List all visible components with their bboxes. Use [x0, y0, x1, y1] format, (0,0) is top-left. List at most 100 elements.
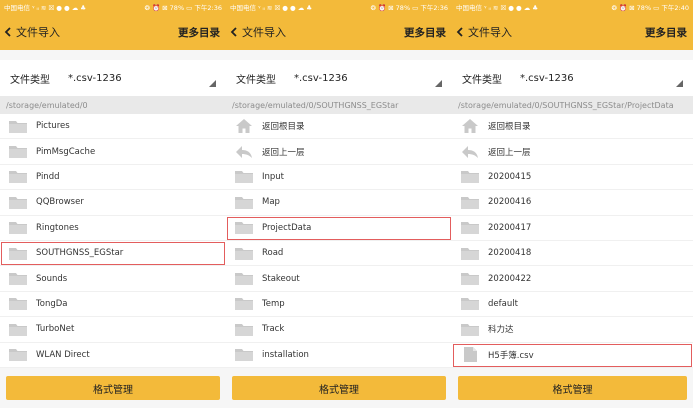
list-item-label: PimMsgCache: [36, 146, 96, 157]
list-item-label: SOUTHGNSS_EGStar: [36, 248, 124, 259]
folder-icon: [460, 272, 480, 286]
list-item-label: Pictures: [36, 121, 70, 132]
spacer: [452, 50, 693, 60]
spacer: [226, 50, 452, 60]
list-item-label: ProjectData: [262, 222, 312, 233]
list-item[interactable]: 20200417: [452, 216, 693, 241]
status-left: 中国电信 ᵞ ᵢₗ ≋ ☒ ● ● ☁ ♣: [456, 4, 539, 12]
list-item-label: H5手簿.csv: [488, 350, 534, 361]
more-directories-button[interactable]: 更多目录: [178, 25, 220, 40]
folder-icon: [460, 322, 480, 336]
spacer: [0, 50, 226, 60]
list-item-label: WLAN Direct: [36, 349, 90, 360]
list-item-label: default: [488, 298, 518, 309]
list-item-label: QQBrowser: [36, 197, 84, 208]
list-item-selected[interactable]: SOUTHGNSS_EGStar: [0, 241, 226, 267]
list-item[interactable]: Track: [226, 317, 452, 343]
list-item-label: 科力达: [488, 325, 514, 336]
list-item[interactable]: 20200422: [452, 266, 693, 292]
list-item-label: 返回根目录: [488, 122, 531, 133]
list-item[interactable]: Ringtones: [0, 216, 226, 241]
list-item[interactable]: default: [452, 292, 693, 318]
folder-icon: [460, 221, 480, 235]
list-item-label: 20200418: [488, 248, 532, 259]
format-manage-button[interactable]: 格式管理: [458, 376, 687, 400]
list-item[interactable]: Stakeout: [226, 266, 452, 292]
current-path: /storage/emulated/0/SOUTHGNSS_EGStar: [226, 96, 452, 114]
folder-icon: [460, 246, 480, 260]
go-up-item[interactable]: 返回上一层: [226, 139, 452, 165]
status-left: 中国电信 ᵞ ᵢₗ ≋ ☒ ● ● ☁ ♣: [4, 4, 87, 12]
list-item[interactable]: PimMsgCache: [0, 139, 226, 165]
format-manage-button[interactable]: 格式管理: [6, 376, 220, 400]
chevron-left-icon: [230, 27, 240, 37]
status-bar: 中国电信 ᵞ ᵢₗ ≋ ☒ ● ● ☁ ♣ ❂ ⏰ ⊠ 78% ▭ 下午2:36: [226, 0, 452, 14]
file-type-selector[interactable]: 文件类型 *.csv-1236: [226, 60, 452, 96]
back-button[interactable]: 文件导入: [4, 24, 60, 40]
folder-icon: [234, 246, 254, 260]
list-item[interactable]: Map: [226, 190, 452, 216]
folder-icon: [8, 170, 28, 184]
folder-icon: [460, 170, 480, 184]
status-right: ❂ ⏰ ⊠ 78% ▭ 下午2:36: [144, 4, 222, 12]
folder-icon: [460, 195, 480, 209]
folder-icon: [8, 322, 28, 336]
list-item-selected[interactable]: H5手簿.csv: [452, 343, 693, 368]
list-item-label: Track: [262, 324, 285, 335]
folder-icon: [8, 272, 28, 286]
list-item[interactable]: TongDa: [0, 292, 226, 318]
file-list: 返回根目录 返回上一层 20200415 20200416 20200417 2…: [452, 114, 693, 368]
list-item[interactable]: installation: [226, 343, 452, 368]
current-path: /storage/emulated/0/SOUTHGNSS_EGStar/Pro…: [452, 96, 693, 114]
folder-icon: [8, 145, 28, 159]
list-item-label: Input: [262, 171, 285, 182]
more-directories-button[interactable]: 更多目录: [404, 25, 446, 40]
list-item[interactable]: QQBrowser: [0, 190, 226, 216]
list-item-label: 20200415: [488, 171, 532, 182]
back-arrow-icon: [234, 145, 254, 159]
list-item[interactable]: 科力达: [452, 317, 693, 343]
list-item[interactable]: Sounds: [0, 266, 226, 292]
list-item[interactable]: WLAN Direct: [0, 343, 226, 368]
home-icon: [460, 119, 480, 134]
list-item-label: TurboNet: [36, 324, 75, 335]
nav-bar: 文件导入 更多目录: [0, 14, 226, 50]
list-item[interactable]: 20200415: [452, 165, 693, 191]
file-type-value: *.csv-1236: [520, 72, 574, 84]
list-item-selected[interactable]: ProjectData: [226, 216, 452, 241]
back-button[interactable]: 文件导入: [456, 24, 512, 40]
nav-title: 文件导入: [468, 26, 512, 39]
list-item[interactable]: Pictures: [0, 114, 226, 140]
list-item[interactable]: Temp: [226, 292, 452, 318]
file-list: 返回根目录 返回上一层 Input Map ProjectData Road S…: [226, 114, 452, 368]
home-icon: [234, 119, 254, 134]
more-directories-button[interactable]: 更多目录: [645, 25, 687, 40]
go-root-item[interactable]: 返回根目录: [452, 114, 693, 140]
file-type-selector[interactable]: 文件类型 *.csv-1236: [452, 60, 693, 96]
back-button[interactable]: 文件导入: [230, 24, 286, 40]
list-item-label: Stakeout: [262, 273, 300, 284]
list-item[interactable]: 20200416: [452, 190, 693, 216]
folder-icon: [234, 195, 254, 209]
format-manage-button[interactable]: 格式管理: [232, 376, 446, 400]
folder-icon: [234, 348, 254, 362]
dropdown-triangle-icon: [209, 80, 216, 87]
file-type-selector[interactable]: 文件类型 *.csv-1236: [0, 60, 226, 96]
list-item-label: 返回上一层: [488, 147, 531, 158]
list-item[interactable]: Pindd: [0, 165, 226, 191]
list-item-label: Sounds: [36, 273, 68, 284]
list-item[interactable]: 20200418: [452, 241, 693, 267]
go-up-item[interactable]: 返回上一层: [452, 139, 693, 165]
status-right: ❂ ⏰ ⊠ 78% ▭ 下午2:36: [370, 4, 448, 12]
list-item-label: Temp: [262, 298, 285, 309]
chevron-left-icon: [4, 27, 14, 37]
list-item[interactable]: Input: [226, 165, 452, 191]
file-icon: [460, 347, 480, 363]
list-item[interactable]: Road: [226, 241, 452, 267]
status-right: ❂ ⏰ ⊠ 78% ▭ 下午2:40: [611, 4, 689, 12]
go-root-item[interactable]: 返回根目录: [226, 114, 452, 140]
status-bar: 中国电信 ᵞ ᵢₗ ≋ ☒ ● ● ☁ ♣ ❂ ⏰ ⊠ 78% ▭ 下午2:40: [452, 0, 693, 14]
list-item-label: Road: [262, 248, 284, 259]
file-import-screen-1: 中国电信 ᵞ ᵢₗ ≋ ☒ ● ● ☁ ♣ ❂ ⏰ ⊠ 78% ▭ 下午2:36…: [0, 0, 226, 408]
list-item[interactable]: TurboNet: [0, 317, 226, 343]
